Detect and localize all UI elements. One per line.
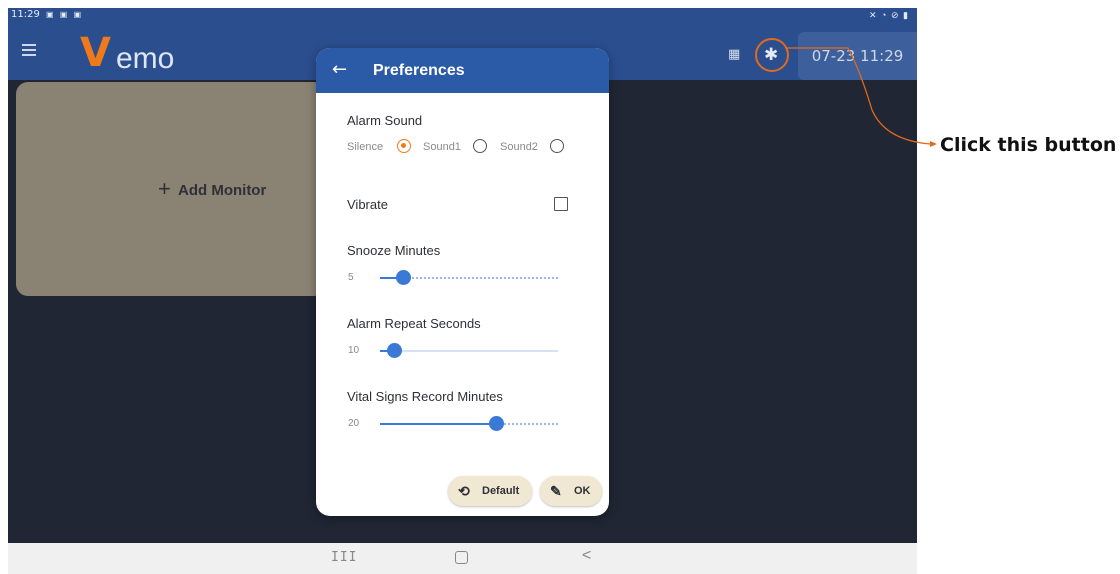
callout-line	[785, 47, 931, 145]
callout-text: Click this button	[940, 134, 1117, 156]
callout-arrowhead	[930, 141, 937, 147]
callout-arrow	[785, 47, 937, 147]
